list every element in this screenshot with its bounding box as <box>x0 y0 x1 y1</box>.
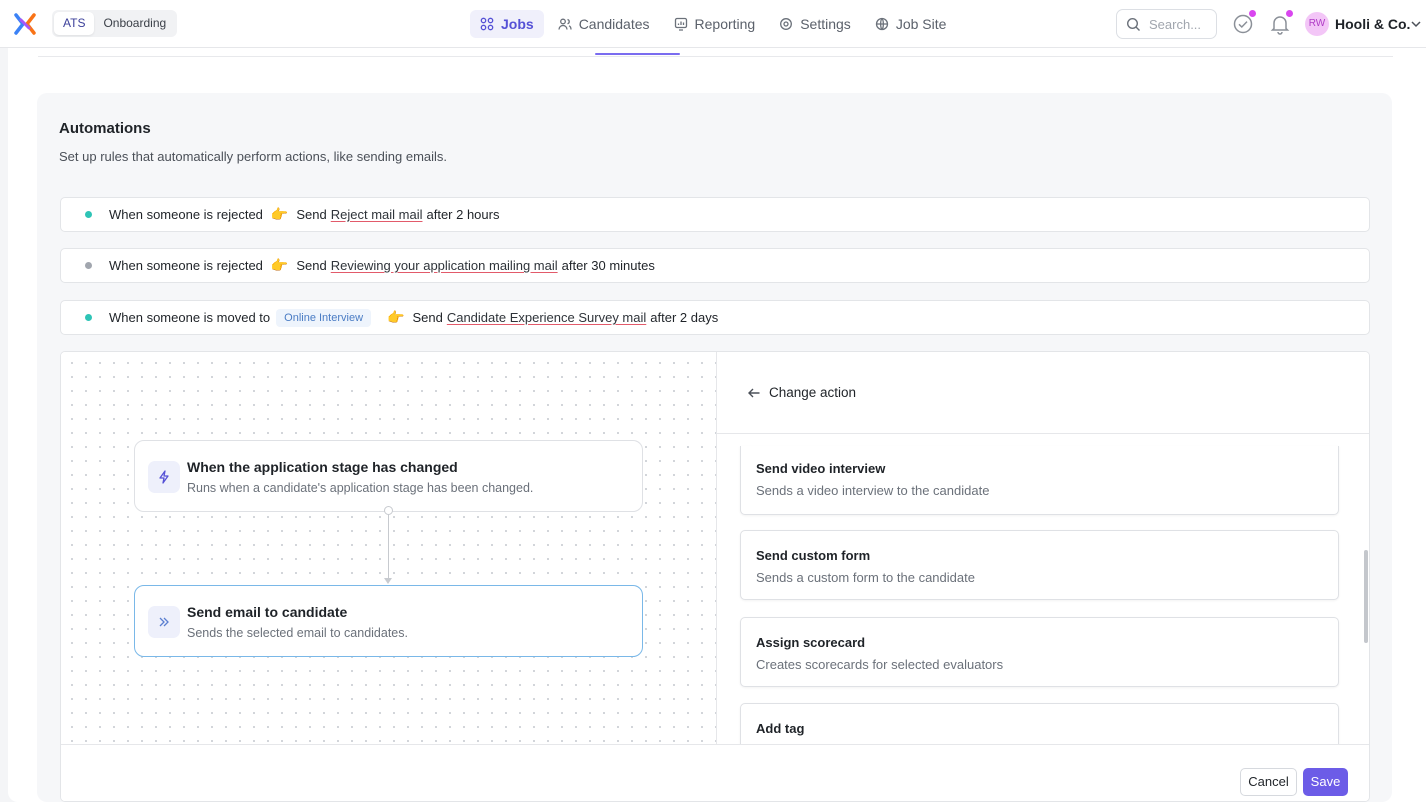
action-option-desc: Sends a video interview to the candidate <box>756 483 990 498</box>
nav-reporting[interactable]: Reporting <box>664 10 766 38</box>
action-panel: Change action Send video interview Sends… <box>716 352 1369 744</box>
rule-mail-link[interactable]: Reject mail mail <box>331 207 423 222</box>
automation-rule[interactable]: When someone is moved to Online Intervie… <box>60 300 1370 335</box>
globe-icon <box>875 17 888 31</box>
notification-dot <box>1286 10 1293 17</box>
main-nav: Jobs Candidates Reporting Settings Job S… <box>470 10 956 38</box>
action-option-title: Add tag <box>756 721 805 736</box>
chart-icon <box>674 17 687 31</box>
action-option-title: Send custom form <box>756 548 871 563</box>
app-tab-onboarding[interactable]: Onboarding <box>94 12 175 35</box>
top-bar: ATS Onboarding Jobs Candidates Reporting… <box>0 0 1426 48</box>
rule-mail-link[interactable]: Reviewing your application mailing mail <box>331 258 558 273</box>
section-subtitle: Set up rules that automatically perform … <box>59 149 448 164</box>
section-title: Automations <box>59 120 151 137</box>
search-placeholder: Search... <box>1149 16 1202 32</box>
action-node[interactable]: Send email to candidate Sends the select… <box>134 585 643 657</box>
action-option-desc: Sends a custom form to the candidate <box>756 570 975 585</box>
stage-tag: Online Interview <box>276 308 372 327</box>
action-option-desc: Creates scorecards for selected evaluato… <box>756 657 1004 672</box>
app-logo[interactable] <box>13 12 37 36</box>
nav-candidates-label: Candidates <box>578 16 650 32</box>
action-option[interactable]: Send video interview Sends a video inter… <box>740 446 1339 515</box>
nav-jobs[interactable]: Jobs <box>470 10 544 38</box>
action-title: Send email to candidate <box>187 604 348 620</box>
nav-job-site[interactable]: Job Site <box>865 10 957 38</box>
rule-trigger: When someone is rejected <box>109 207 263 222</box>
flow-canvas[interactable]: When the application stage has changed R… <box>61 352 716 744</box>
rule-delay: after 2 days <box>650 310 719 325</box>
nav-candidates[interactable]: Candidates <box>548 10 660 38</box>
action-option-title: Send video interview <box>756 461 886 476</box>
change-action-label: Change action <box>769 385 857 400</box>
automation-rule[interactable]: When someone is rejected 👉 Send Reject m… <box>60 197 1370 232</box>
chevron-down-icon[interactable] <box>1409 17 1423 31</box>
trigger-node[interactable]: When the application stage has changed R… <box>134 440 643 512</box>
rule-delay: after 2 hours <box>426 207 500 222</box>
lightning-icon <box>148 461 180 493</box>
active-tab-indicator <box>595 53 680 55</box>
cancel-button[interactable]: Cancel <box>1240 768 1297 796</box>
automation-editor: When the application stage has changed R… <box>60 351 1370 802</box>
app-tab-ats[interactable]: ATS <box>54 12 95 35</box>
trigger-title: When the application stage has changed <box>187 459 458 475</box>
rule-send: Send <box>296 258 327 273</box>
tasks-button[interactable] <box>1231 10 1256 36</box>
rule-trigger: When someone is moved to <box>109 310 271 325</box>
status-dot <box>85 211 92 218</box>
save-button[interactable]: Save <box>1303 768 1348 796</box>
rule-send: Send <box>296 207 327 222</box>
pointing-hand-icon: 👉 <box>270 257 289 273</box>
nav-settings[interactable]: Settings <box>769 10 861 38</box>
search-icon <box>1126 17 1140 31</box>
action-option[interactable]: Send custom form Sends a custom form to … <box>740 530 1339 600</box>
nav-jobs-label: Jobs <box>501 16 534 32</box>
action-desc: Sends the selected email to candidates. <box>187 626 408 640</box>
automation-rule[interactable]: When someone is rejected 👉 Send Reviewin… <box>60 248 1370 283</box>
editor-footer: Cancel Save <box>61 744 1369 801</box>
company-name[interactable]: Hooli & Co. <box>1335 16 1410 32</box>
notifications-button[interactable] <box>1268 10 1293 36</box>
grid-icon <box>480 17 494 31</box>
status-dot <box>85 262 92 269</box>
rule-send: Send <box>412 310 443 325</box>
pointing-hand-icon: 👉 <box>387 309 405 325</box>
rule-mail-link[interactable]: Candidate Experience Survey mail <box>447 310 646 325</box>
divider <box>38 56 1393 57</box>
rule-delay: after 30 minutes <box>561 258 655 273</box>
nav-job-site-label: Job Site <box>895 16 947 32</box>
nav-reporting-label: Reporting <box>694 16 756 32</box>
nav-settings-label: Settings <box>800 16 851 32</box>
arrow-down-icon <box>384 578 392 584</box>
panel-scrollbar[interactable] <box>1364 550 1368 643</box>
change-action-button[interactable]: Change action <box>747 385 856 400</box>
pointing-hand-icon: 👉 <box>270 206 289 222</box>
gear-icon <box>780 18 793 30</box>
chevrons-right-icon <box>148 606 180 638</box>
action-option[interactable]: Add tag <box>740 703 1339 744</box>
notification-dot <box>1249 10 1256 17</box>
rule-trigger: When someone is rejected <box>109 258 263 273</box>
panel-header: Change action <box>717 352 1369 434</box>
arrow-left-icon <box>748 388 760 397</box>
action-option[interactable]: Assign scorecard Creates scorecards for … <box>740 617 1339 687</box>
flow-connector <box>388 511 389 581</box>
search-box[interactable]: Search... <box>1116 9 1217 39</box>
status-dot <box>85 314 92 321</box>
action-option-title: Assign scorecard <box>756 635 866 650</box>
avatar[interactable]: RW <box>1305 12 1329 36</box>
app-switcher: ATS Onboarding <box>52 10 178 37</box>
users-icon <box>558 18 572 30</box>
trigger-desc: Runs when a candidate's application stag… <box>187 481 534 495</box>
